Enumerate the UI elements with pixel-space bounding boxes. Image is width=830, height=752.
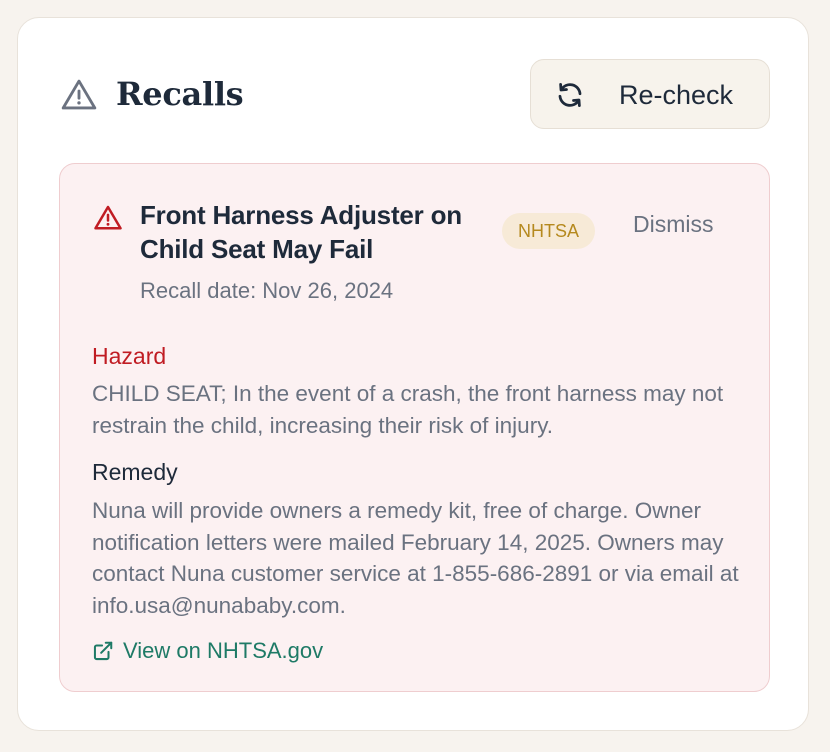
recall-title: Front Harness Adjuster on Child Seat May… — [140, 200, 462, 264]
page-title: Recalls — [116, 75, 244, 113]
external-link-icon — [93, 641, 113, 661]
recheck-button[interactable]: Re-check — [530, 59, 770, 129]
warning-triangle-icon — [94, 205, 122, 230]
remedy-text: Nuna will provide owners a remedy kit, f… — [92, 498, 739, 618]
recheck-label: Re-check — [619, 80, 734, 110]
hazard-text: CHILD SEAT; In the event of a crash, the… — [92, 381, 724, 438]
recalls-card: Recalls Re-check Front Harness Adjuster … — [17, 17, 809, 731]
recall-item: Front Harness Adjuster on Child Seat May… — [59, 163, 770, 692]
hazard-label: Hazard — [92, 343, 167, 369]
source-badge: NHTSA — [502, 213, 596, 249]
dismiss-button[interactable]: Dismiss — [633, 209, 714, 239]
nhtsa-link[interactable]: View on NHTSA.gov — [92, 636, 323, 666]
remedy-label: Remedy — [92, 459, 178, 485]
refresh-icon — [558, 83, 582, 107]
warning-triangle-icon — [61, 79, 97, 110]
nhtsa-link-label: View on NHTSA.gov — [123, 638, 324, 663]
recall-date: Recall date: Nov 26, 2024 — [140, 278, 394, 303]
